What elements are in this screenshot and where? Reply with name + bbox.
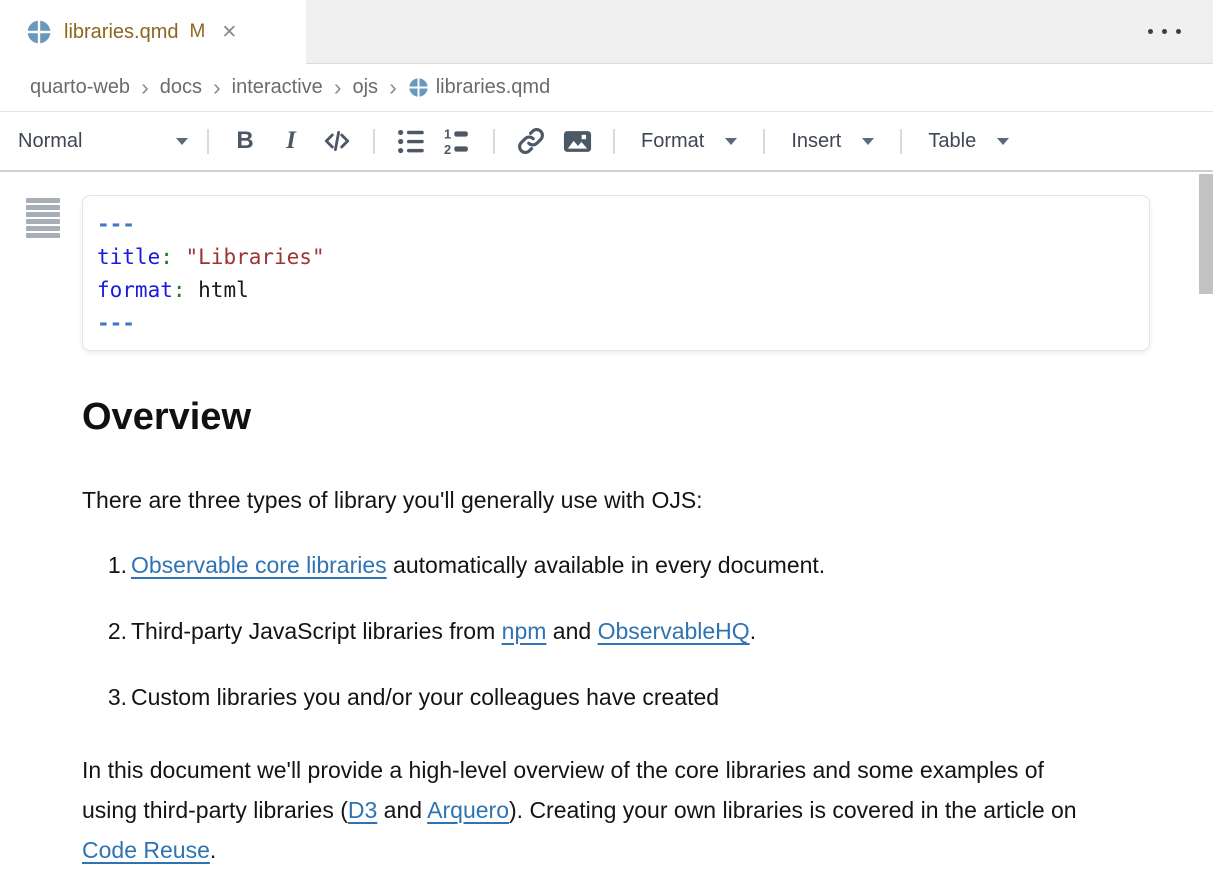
link-code-reuse[interactable]: Code Reuse — [82, 837, 210, 863]
link-arquero[interactable]: Arquero — [427, 797, 509, 823]
breadcrumb-chevron-icon: › — [389, 76, 397, 99]
bold-icon: B — [236, 127, 253, 155]
image-button[interactable] — [554, 121, 600, 161]
list-item-number: 3. — [82, 677, 127, 717]
format-menu[interactable]: Format — [630, 130, 748, 153]
toolbar-separator — [207, 129, 209, 154]
page-title: Overview — [82, 395, 1150, 439]
breadcrumb-item-ojs[interactable]: ojs — [352, 76, 378, 99]
code-button[interactable] — [314, 121, 360, 161]
closing-text: and — [377, 797, 427, 823]
svg-text:2: 2 — [443, 141, 450, 156]
list-item-lead: Third-party JavaScript libraries from — [131, 618, 502, 644]
list-item-text: Custom libraries you and/or your colleag… — [131, 677, 719, 717]
code-icon — [321, 125, 353, 157]
list-item-number: 2. — [82, 611, 127, 651]
paragraph-style-value: Normal — [18, 130, 82, 153]
yaml-line: --- — [97, 208, 1135, 241]
list-item: 1. Observable core libraries automatical… — [82, 545, 1150, 585]
list-item-mid: and — [546, 618, 597, 644]
link-observablehq[interactable]: ObservableHQ — [598, 618, 750, 644]
list-item-tail: automatically available in every documen… — [387, 552, 826, 578]
modified-badge: M — [189, 21, 205, 43]
yaml-value-format: html — [186, 278, 249, 302]
table-menu[interactable]: Table — [917, 130, 1020, 153]
yaml-delimiter: --- — [97, 311, 135, 335]
yaml-line: title: "Libraries" — [97, 241, 1135, 274]
format-menu-label: Format — [641, 130, 704, 153]
editor-scrollbar[interactable] — [1199, 174, 1213, 294]
list-item-tail: . — [750, 618, 756, 644]
yaml-front-matter-block[interactable]: --- title: "Libraries" format: html --- — [82, 195, 1150, 351]
tab-bar-spacer — [306, 0, 1213, 64]
svg-text:1: 1 — [443, 126, 450, 141]
yaml-line: format: html — [97, 274, 1135, 307]
quarto-icon — [408, 77, 429, 98]
yaml-value-title: "Libraries" — [173, 245, 325, 269]
link-observable-core-libraries[interactable]: Observable core libraries — [131, 552, 387, 578]
formatting-toolbar: Normal B I 1 2 — [0, 112, 1213, 172]
insert-menu[interactable]: Insert — [780, 130, 885, 153]
toolbar-separator — [373, 129, 375, 154]
tab-bar: libraries.qmd M ✕ — [0, 0, 1213, 64]
toolbar-separator — [493, 129, 495, 154]
dropdown-caret-icon — [176, 138, 188, 145]
yaml-key-format: format — [97, 278, 173, 302]
italic-icon: I — [286, 127, 296, 155]
paragraph-style-select[interactable]: Normal — [16, 130, 190, 153]
tab-libraries[interactable]: libraries.qmd M ✕ — [0, 0, 306, 64]
dropdown-caret-icon — [997, 138, 1009, 145]
closing-text: . — [210, 837, 216, 863]
bold-button[interactable]: B — [222, 121, 268, 161]
list-item-text: Observable core libraries automatically … — [131, 545, 825, 585]
insert-menu-label: Insert — [791, 130, 841, 153]
closing-paragraph: In this document we'll provide a high-le… — [82, 750, 1094, 870]
yaml-line: --- — [97, 307, 1135, 340]
list-item-number: 1. — [82, 545, 127, 585]
breadcrumb: quarto-web › docs › interactive › ojs › … — [0, 64, 1213, 112]
link-npm[interactable]: npm — [502, 618, 547, 644]
breadcrumb-chevron-icon: › — [141, 76, 149, 99]
drag-handle-icon[interactable] — [24, 196, 62, 240]
image-icon — [562, 126, 593, 157]
breadcrumb-item-interactive[interactable]: interactive — [232, 76, 323, 99]
tab-title: libraries.qmd — [64, 21, 178, 44]
yaml-delimiter: --- — [97, 212, 135, 236]
breadcrumb-chevron-icon: › — [213, 76, 221, 99]
dropdown-caret-icon — [725, 138, 737, 145]
list-item: 3. Custom libraries you and/or your coll… — [82, 677, 1150, 717]
breadcrumb-file-label: libraries.qmd — [436, 76, 550, 99]
yaml-colon: : — [173, 278, 186, 302]
bullet-list-icon — [396, 126, 427, 157]
link-icon — [516, 126, 546, 156]
table-menu-label: Table — [928, 130, 976, 153]
toolbar-separator — [613, 129, 615, 154]
toolbar-separator — [900, 129, 902, 154]
yaml-key-title: title — [97, 245, 160, 269]
breadcrumb-chevron-icon: › — [334, 76, 342, 99]
link-button[interactable] — [508, 121, 554, 161]
editor-canvas[interactable]: --- title: "Libraries" format: html --- … — [0, 172, 1213, 887]
italic-button[interactable]: I — [268, 121, 314, 161]
link-d3[interactable]: D3 — [348, 797, 377, 823]
closing-text: ). Creating your own libraries is covere… — [509, 797, 1077, 823]
quarto-icon — [26, 19, 52, 45]
list-item: 2. Third-party JavaScript libraries from… — [82, 611, 1150, 651]
list-item-text: Third-party JavaScript libraries from np… — [131, 611, 756, 651]
more-actions-icon[interactable] — [1144, 21, 1185, 42]
breadcrumb-item-file[interactable]: libraries.qmd — [408, 76, 550, 99]
numbered-list-icon: 1 2 — [442, 126, 473, 157]
breadcrumb-item-docs[interactable]: docs — [160, 76, 202, 99]
close-icon[interactable]: ✕ — [221, 21, 237, 44]
toolbar-separator — [763, 129, 765, 154]
ordered-list: 1. Observable core libraries automatical… — [82, 545, 1150, 717]
intro-paragraph: There are three types of library you'll … — [82, 480, 1150, 520]
bullet-list-button[interactable] — [388, 121, 434, 161]
yaml-colon: : — [160, 245, 173, 269]
numbered-list-button[interactable]: 1 2 — [434, 121, 480, 161]
dropdown-caret-icon — [862, 138, 874, 145]
breadcrumb-item-quarto-web[interactable]: quarto-web — [30, 76, 130, 99]
